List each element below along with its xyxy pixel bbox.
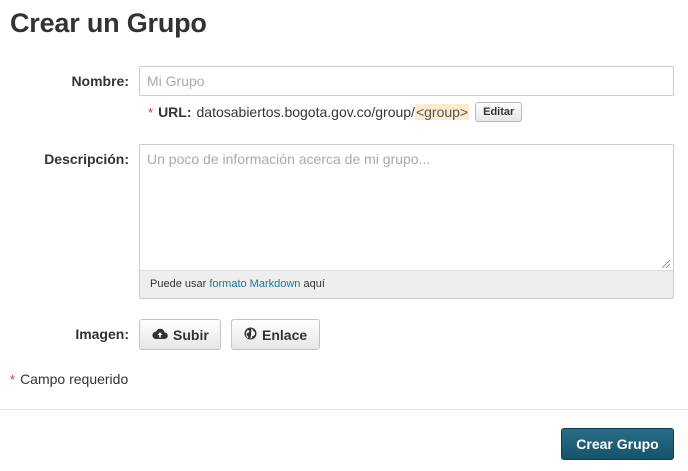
cloud-upload-icon <box>152 327 168 342</box>
link-button[interactable]: Enlace <box>231 319 320 350</box>
globe-icon <box>244 327 257 342</box>
url-row: * URL: datosabiertos.bogota.gov.co/group… <box>148 101 523 123</box>
required-note-text: Campo requerido <box>20 371 129 387</box>
markdown-help-prefix: Puede usar <box>150 278 207 290</box>
markdown-link[interactable]: formato Markdown <box>209 278 300 290</box>
url-prefix: datosabiertos.bogota.gov.co/group/ <box>196 104 415 120</box>
create-group-button[interactable]: Crear Grupo <box>561 428 674 460</box>
name-label: Nombre: <box>71 73 129 89</box>
required-note-mark: * <box>10 372 16 387</box>
upload-button-label: Subir <box>173 326 209 343</box>
upload-button[interactable]: Subir <box>139 319 221 350</box>
page-title: Crear un Grupo <box>10 8 207 38</box>
markdown-help: Puede usar formato Markdown aquí <box>140 270 673 298</box>
image-label: Imagen: <box>75 326 129 342</box>
description-label: Descripción: <box>44 151 129 167</box>
name-input[interactable] <box>139 66 674 96</box>
url-label: URL: <box>158 104 192 120</box>
edit-url-button[interactable]: Editar <box>475 102 523 122</box>
resize-handle[interactable] <box>662 260 670 268</box>
link-button-label: Enlace <box>262 326 308 343</box>
description-textarea[interactable] <box>140 145 673 271</box>
required-mark: * <box>148 104 154 120</box>
description-field: Puede usar formato Markdown aquí <box>139 144 674 299</box>
required-note: * Campo requerido <box>10 371 128 387</box>
markdown-help-suffix: aquí <box>303 278 325 290</box>
url-slug: <group> <box>414 104 470 120</box>
form-divider <box>0 409 688 410</box>
